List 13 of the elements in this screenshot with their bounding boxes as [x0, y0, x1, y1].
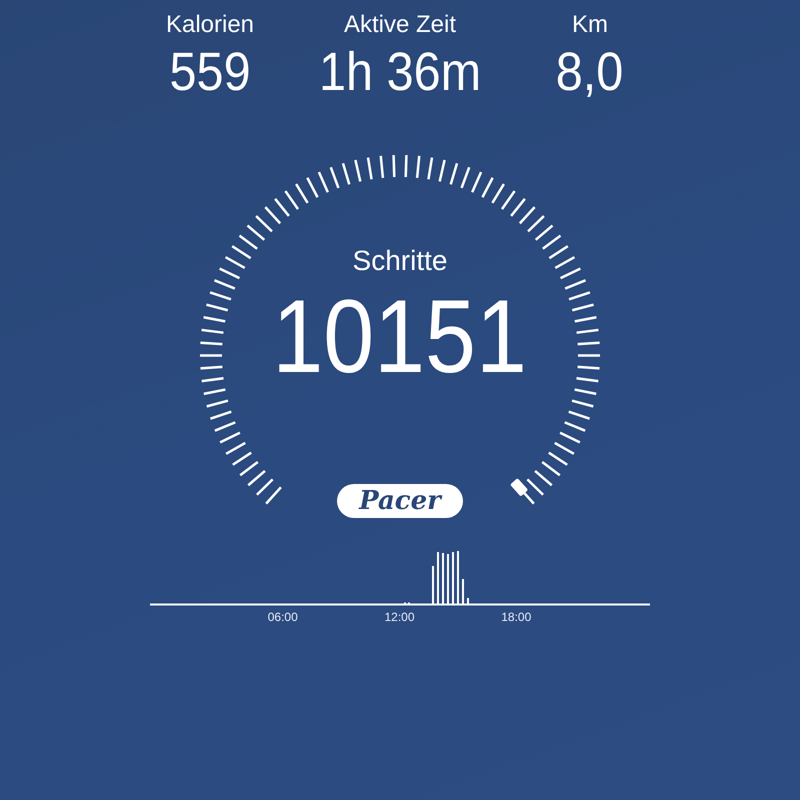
stat-value: 559 — [169, 41, 251, 104]
steps-label: Schritte — [352, 245, 448, 277]
hour-label: 18:00 — [501, 610, 532, 624]
stat-label: Kalorien — [166, 10, 254, 40]
stat-value: 8,0 — [556, 41, 624, 104]
pacer-logo: Pacer — [337, 484, 463, 518]
steps-count: 10151 — [272, 285, 528, 389]
hour-label: 12:00 — [384, 610, 415, 624]
stat-value: 1h 36m — [318, 41, 482, 104]
hour-label: 06:00 — [268, 610, 298, 624]
stat-label: Km — [572, 10, 608, 40]
gauge-marker — [510, 478, 528, 497]
stat-label: Aktive Zeit — [344, 10, 456, 40]
